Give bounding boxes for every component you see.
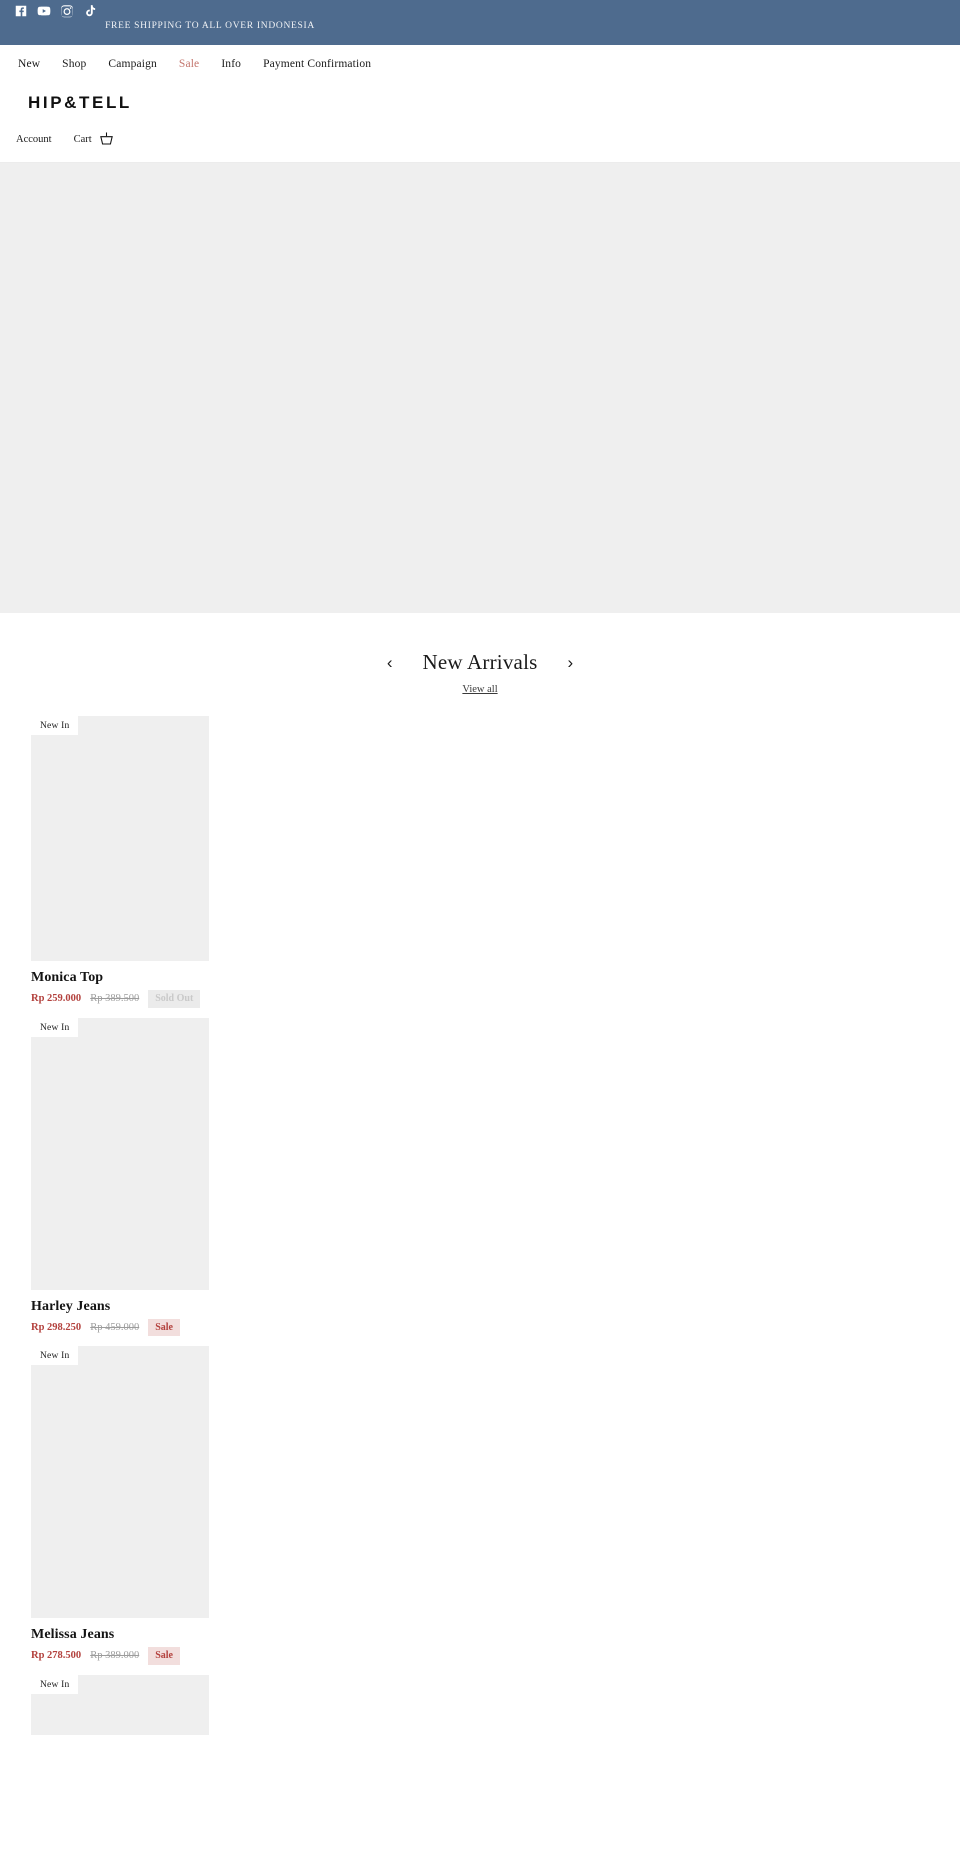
new-in-badge: New In <box>31 1346 79 1365</box>
product-card[interactable]: New In Melissa Jeans Rp 278.500 Rp 389.0… <box>31 1346 209 1665</box>
product-card[interactable]: New In Harley Jeans Rp 298.250 Rp 459.00… <box>31 1017 209 1336</box>
page-title: New Arrivals <box>422 650 538 674</box>
shopping-basket-icon[interactable] <box>98 131 115 147</box>
main-navigation: New Shop Campaign Sale Info Payment Conf… <box>18 58 393 70</box>
nav-item-shop[interactable]: Shop <box>62 58 108 70</box>
product-card[interactable]: New In Monica Top Rp 259.000 Rp 389.500 … <box>31 716 209 1008</box>
product-card[interactable]: New In <box>31 1674 209 1735</box>
nav-item-campaign[interactable]: Campaign <box>108 58 178 70</box>
nav-item-new[interactable]: New <box>18 58 62 70</box>
new-arrivals-section: ‹ New Arrivals › View all New In Monica … <box>0 613 960 1735</box>
cart-label[interactable]: Cart <box>74 134 92 145</box>
announcement-text: FREE SHIPPING TO ALL OVER INDONESIA <box>105 21 315 31</box>
status-badge: Sold Out <box>148 990 201 1008</box>
product-sale-price: Rp 278.500 <box>31 1650 82 1662</box>
product-image[interactable]: New In <box>31 1346 209 1618</box>
new-in-badge: New In <box>31 716 79 735</box>
product-original-price: Rp 389.000 <box>90 1650 140 1662</box>
hero-banner[interactable] <box>0 163 960 613</box>
nav-item-sale[interactable]: Sale <box>179 58 221 70</box>
new-in-badge: New In <box>31 1674 79 1694</box>
youtube-icon[interactable] <box>37 4 51 18</box>
new-arrivals-header: ‹ New Arrivals › <box>0 650 960 675</box>
product-original-price: Rp 459.000 <box>90 1321 140 1333</box>
nav-item-payment-confirmation[interactable]: Payment Confirmation <box>263 58 393 70</box>
carousel-prev-button[interactable]: ‹ <box>383 652 397 673</box>
site-logo[interactable]: HIP&TELL <box>28 93 132 113</box>
product-sale-price: Rp 298.250 <box>31 1321 82 1333</box>
new-in-badge: New In <box>31 1017 79 1037</box>
product-title[interactable]: Harley Jeans <box>31 1299 209 1315</box>
announcement-bar: FREE SHIPPING TO ALL OVER INDONESIA <box>0 0 960 45</box>
social-links <box>14 4 97 18</box>
utility-navigation: Account Cart <box>16 131 115 147</box>
instagram-icon[interactable] <box>60 4 74 18</box>
account-link[interactable]: Account <box>16 134 74 145</box>
product-price-row: Rp 298.250 Rp 459.000 Sale <box>31 1318 209 1336</box>
facebook-icon[interactable] <box>14 4 28 18</box>
product-title[interactable]: Monica Top <box>31 970 209 986</box>
product-price-row: Rp 259.000 Rp 389.500 Sold Out <box>31 990 209 1008</box>
product-image[interactable]: New In <box>31 716 209 961</box>
product-image[interactable]: New In <box>31 1674 209 1735</box>
product-price-row: Rp 278.500 Rp 389.000 Sale <box>31 1647 209 1665</box>
site-header: New Shop Campaign Sale Info Payment Conf… <box>0 45 960 163</box>
view-all-wrap: View all <box>0 679 960 697</box>
product-image[interactable]: New In <box>31 1017 209 1290</box>
cart-link[interactable]: Cart <box>74 131 115 147</box>
view-all-link[interactable]: View all <box>462 684 497 695</box>
nav-item-info[interactable]: Info <box>221 58 263 70</box>
status-badge: Sale <box>148 1318 180 1336</box>
product-sale-price: Rp 259.000 <box>31 993 82 1005</box>
product-original-price: Rp 389.500 <box>90 993 140 1005</box>
tiktok-icon[interactable] <box>83 4 97 18</box>
product-grid: New In Monica Top Rp 259.000 Rp 389.500 … <box>0 716 960 1735</box>
status-badge: Sale <box>148 1647 180 1665</box>
carousel-next-button[interactable]: › <box>563 652 577 673</box>
product-title[interactable]: Melissa Jeans <box>31 1627 209 1643</box>
